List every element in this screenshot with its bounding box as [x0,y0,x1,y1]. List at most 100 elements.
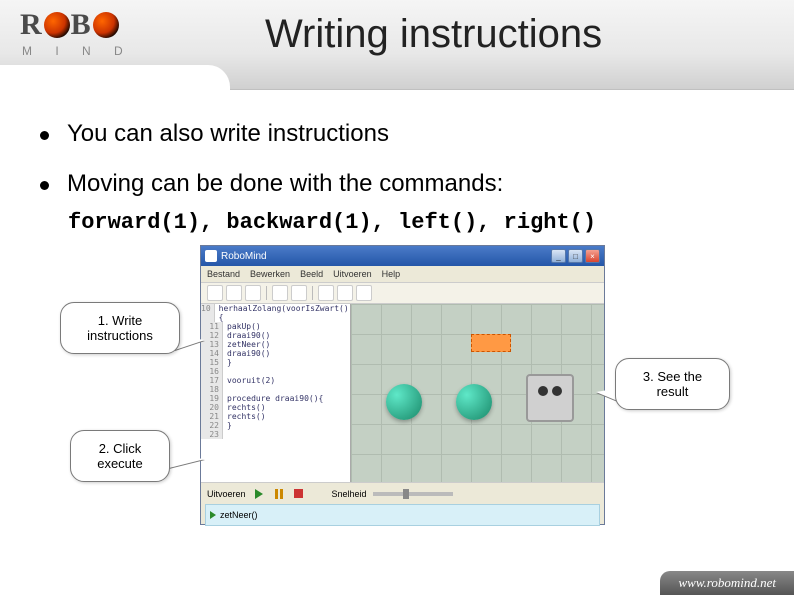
menu-run[interactable]: Uitvoeren [333,269,372,279]
line-number: 16 [201,367,223,376]
bullet-2: Moving can be done with the commands: [40,170,754,198]
code-text: procedure draai90(){ [223,394,323,403]
world-view [351,304,604,482]
redo-icon[interactable] [291,285,307,301]
app-window: RoboMind _ □ × Bestand Bewerken Beeld Ui… [200,245,605,525]
close-button[interactable]: × [585,249,600,263]
undo-icon[interactable] [272,285,288,301]
menu-file[interactable]: Bestand [207,269,240,279]
code-line: 17vooruit(2) [201,376,350,385]
header-curve [0,65,230,90]
maximize-button[interactable]: □ [568,249,583,263]
code-line: 14 draai90() [201,349,350,358]
status-bar: zetNeer() [205,504,600,526]
toolbar-separator [312,286,313,300]
save-icon[interactable] [245,285,261,301]
code-text: rechts() [223,412,266,421]
pause-button[interactable] [272,487,286,501]
callout-result: 3. See the result [615,358,730,410]
code-text [223,367,227,376]
callout-execute: 2. Click execute [70,430,170,482]
cut-icon[interactable] [318,285,334,301]
callout-tail [165,455,205,469]
line-number: 11 [201,322,223,331]
code-line: 21 rechts() [201,412,350,421]
line-number: 20 [201,403,223,412]
code-text: pakUp() [223,322,261,331]
run-bar: Uitvoeren Snelheid [201,482,604,504]
code-commands: forward(1), backward(1), left(), right() [68,210,754,235]
line-number: 10 [201,304,215,322]
play-button[interactable] [252,487,266,501]
page-title: Writing instructions [265,12,602,57]
play-icon [210,511,216,519]
content-area: You can also write instructions Moving c… [0,90,794,235]
app-screenshot: RoboMind _ □ × Bestand Bewerken Beeld Ui… [200,245,605,525]
code-line: 11 pakUp() [201,322,350,331]
new-icon[interactable] [207,285,223,301]
logo-orb-icon [93,12,119,38]
play-icon [255,489,263,499]
code-line: 20 rechts() [201,403,350,412]
copy-icon[interactable] [337,285,353,301]
code-line: 19procedure draai90(){ [201,394,350,403]
app-icon [205,250,217,262]
bullet-1: You can also write instructions [40,120,754,148]
bullet-1-text: You can also write instructions [67,120,389,148]
callout-write: 1. Write instructions [60,302,180,354]
speed-slider[interactable] [373,492,453,496]
code-line: 15} [201,358,350,367]
line-number: 18 [201,385,223,394]
footer-url: www.robomind.net [660,571,794,595]
menu-view[interactable]: Beeld [300,269,323,279]
paste-icon[interactable] [356,285,372,301]
toolbar [201,282,604,304]
code-line: 10herhaalZolang(voorIsZwart()){ [201,304,350,322]
code-line: 18 [201,385,350,394]
stop-icon [294,489,303,498]
ball-object [456,384,492,420]
code-line: 12 draai90() [201,331,350,340]
code-text: herhaalZolang(voorIsZwart()){ [215,304,351,322]
line-number: 21 [201,412,223,421]
line-number: 14 [201,349,223,358]
bullet-dot-icon [40,181,49,190]
minimize-button[interactable]: _ [551,249,566,263]
code-editor[interactable]: 10herhaalZolang(voorIsZwart()){11 pakUp(… [201,304,351,482]
slide-header: RB M I N D Writing instructions [0,0,794,90]
app-body: 10herhaalZolang(voorIsZwart()){11 pakUp(… [201,304,604,482]
bullet-2-text: Moving can be done with the commands: [67,170,503,198]
code-text: rechts() [223,403,266,412]
logo-r: R [20,8,43,41]
line-number: 15 [201,358,223,367]
menubar: Bestand Bewerken Beeld Uitvoeren Help [201,266,604,282]
code-text: vooruit(2) [223,376,275,385]
slider-thumb[interactable] [403,489,409,499]
beacon-object [471,334,511,352]
window-controls: _ □ × [551,249,600,263]
logo: RB M I N D [20,8,133,58]
code-text: zetNeer() [223,340,270,349]
titlebar: RoboMind _ □ × [201,246,604,266]
titlebar-text: RoboMind [221,251,551,262]
logo-subtitle: M I N D [22,44,133,58]
code-line: 22} [201,421,350,430]
ball-object [386,384,422,420]
run-label: Uitvoeren [207,489,246,499]
code-line: 23 [201,430,350,439]
line-number: 22 [201,421,223,430]
line-number: 17 [201,376,223,385]
code-line: 16 [201,367,350,376]
code-text: draai90() [223,331,270,340]
pause-icon [275,489,278,499]
status-text: zetNeer() [220,510,258,520]
stop-button[interactable] [292,487,306,501]
code-line: 13 zetNeer() [201,340,350,349]
menu-edit[interactable]: Bewerken [250,269,290,279]
menu-help[interactable]: Help [382,269,401,279]
bullet-dot-icon [40,131,49,140]
speed-label: Snelheid [332,489,367,499]
open-icon[interactable] [226,285,242,301]
toolbar-separator [266,286,267,300]
code-text [223,385,227,394]
